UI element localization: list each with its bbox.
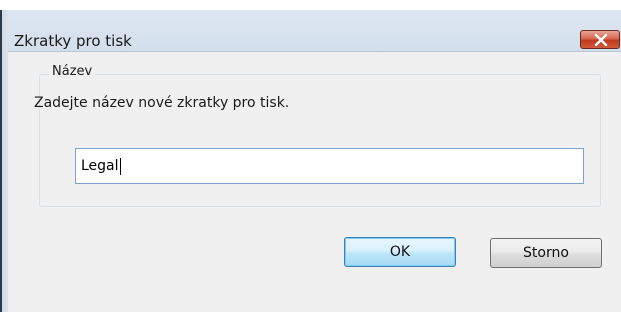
ok-button[interactable]: OK	[344, 237, 456, 267]
dialog-window: Zkratky pro tisk Název Zadejte název nov…	[0, 0, 621, 312]
groupbox-legend: Název	[49, 64, 96, 79]
prompt-label: Zadejte název nové zkratky pro tisk.	[34, 95, 290, 111]
close-button[interactable]	[580, 30, 620, 49]
dialog-body: Název Zadejte název nové zkratky pro tis…	[8, 51, 621, 312]
close-icon	[594, 34, 608, 46]
window-left-edge	[0, 10, 8, 312]
shortcut-name-input[interactable]: Legal	[75, 148, 584, 184]
name-groupbox	[39, 74, 601, 207]
text-caret	[119, 157, 121, 175]
shortcut-name-value: Legal	[81, 158, 119, 174]
cancel-button[interactable]: Storno	[490, 238, 602, 268]
window-title: Zkratky pro tisk	[14, 32, 132, 50]
